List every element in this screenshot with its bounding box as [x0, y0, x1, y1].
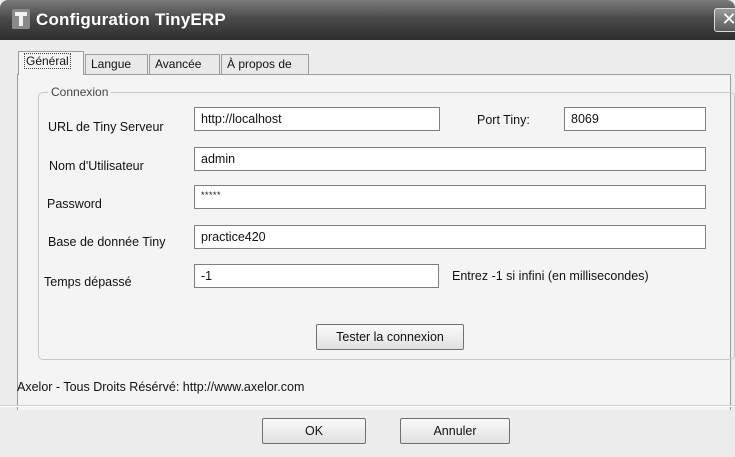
user-input[interactable]: admin — [194, 147, 706, 171]
copyright-note: Axelor - Tous Droits Résérvé: http://www… — [17, 380, 305, 394]
url-label: URL de Tiny Serveur — [48, 120, 164, 134]
dialog-button-bar: OK Annuler — [0, 410, 735, 457]
port-input[interactable]: 8069 — [564, 107, 706, 131]
title-bar[interactable]: Configuration TinyERP ✕ — [0, 0, 735, 40]
tab-a-propos[interactable]: À propos de — [221, 54, 309, 74]
database-label: Base de donnée Tiny — [48, 235, 166, 249]
window-title: Configuration TinyERP — [36, 10, 226, 29]
connexion-legend: Connexion — [48, 85, 112, 99]
tab-a-propos-label: À propos de — [227, 57, 292, 71]
ok-button[interactable]: OK — [262, 418, 366, 444]
tab-langue-label: Langue — [91, 57, 132, 71]
user-label: Nom d'Utilisateur — [49, 159, 144, 173]
tab-general[interactable]: Général — [18, 51, 84, 75]
password-input[interactable]: ***** — [194, 185, 706, 209]
tab-general-label: Général — [24, 53, 71, 69]
tinyerp-app-icon — [12, 9, 30, 29]
port-label: Port Tiny: — [477, 113, 530, 127]
tab-avancee[interactable]: Avancée — [149, 54, 220, 74]
timeout-input[interactable]: -1 — [194, 264, 439, 288]
timeout-label: Temps dépassé — [44, 275, 132, 289]
config-dialog: Configuration TinyERP ✕ Général Langue A… — [0, 0, 735, 457]
close-icon[interactable]: ✕ — [714, 8, 735, 32]
test-connection-button[interactable]: Tester la connexion — [316, 324, 464, 350]
footer-divider — [0, 405, 735, 407]
database-input[interactable]: practice420 — [194, 225, 706, 249]
tab-avancee-label: Avancée — [155, 57, 202, 71]
password-label: Password — [47, 197, 102, 211]
timeout-hint: Entrez -1 si infini (en millisecondes) — [452, 269, 649, 283]
url-input[interactable]: http://localhost — [194, 107, 440, 131]
tab-langue[interactable]: Langue — [85, 54, 148, 74]
cancel-button[interactable]: Annuler — [400, 418, 510, 444]
tab-panel-general: Connexion URL de Tiny Serveur http://loc… — [17, 74, 735, 411]
